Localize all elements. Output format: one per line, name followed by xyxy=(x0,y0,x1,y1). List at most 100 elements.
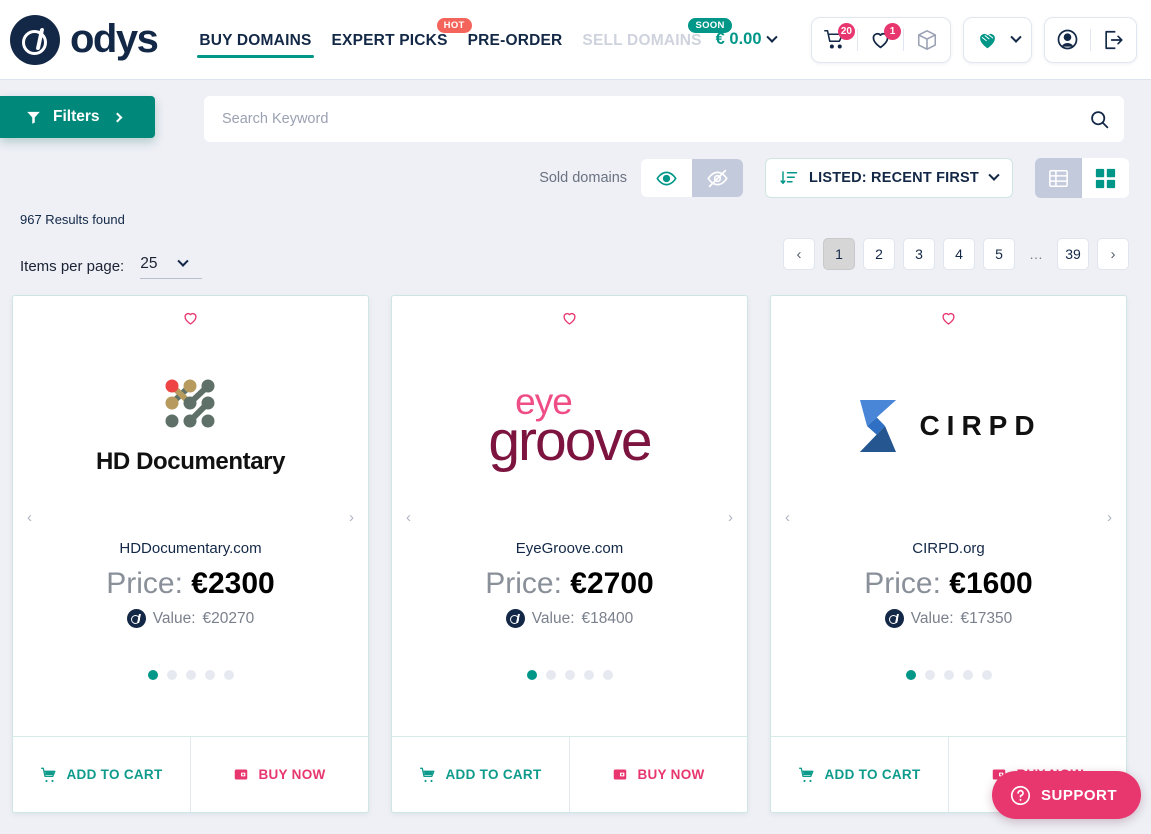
favorite-heart-icon[interactable] xyxy=(561,310,578,326)
odys-mini-logo-icon xyxy=(127,609,146,628)
account-button[interactable] xyxy=(1045,18,1090,62)
buy-now-button[interactable]: BUY NOW xyxy=(569,737,747,812)
pagination-prev[interactable]: ‹ xyxy=(783,238,815,270)
carousel-dot[interactable] xyxy=(546,670,556,680)
carousel-dot[interactable] xyxy=(963,670,973,680)
hide-sold-button[interactable] xyxy=(692,159,743,197)
logo-wordmark: CIRPD xyxy=(919,410,1041,442)
domain-price: Price: €2700 xyxy=(392,567,747,601)
sort-dropdown[interactable]: LISTED: RECENT FIRST xyxy=(765,158,1013,198)
cart-icon xyxy=(40,767,57,783)
eyegroove-logo: eye groove xyxy=(488,387,650,464)
buy-now-label: BUY NOW xyxy=(258,767,325,782)
nav-expert-picks-label: EXPERT PICKS xyxy=(332,32,448,49)
carousel-dot[interactable] xyxy=(584,670,594,680)
cart-pill: 20 1 xyxy=(811,17,951,63)
add-to-cart-button[interactable]: ADD TO CART xyxy=(13,737,190,812)
chevron-right-icon xyxy=(112,112,122,122)
carousel-next[interactable]: › xyxy=(728,509,733,526)
carousel-dot[interactable] xyxy=(224,670,234,680)
sold-domains-toggle xyxy=(641,159,743,197)
add-to-cart-label: ADD TO CART xyxy=(445,767,541,782)
value-label: Value: xyxy=(532,610,575,628)
carousel-dots xyxy=(771,670,1126,680)
buy-now-label: BUY NOW xyxy=(637,767,704,782)
carousel-dot[interactable] xyxy=(205,670,215,680)
carousel-next[interactable]: › xyxy=(349,509,354,526)
search-toolbar: Filters xyxy=(0,80,1151,142)
carousel-dot[interactable] xyxy=(944,670,954,680)
carousel-dot[interactable] xyxy=(565,670,575,680)
sort-label: LISTED: RECENT FIRST xyxy=(809,170,979,186)
domain-card[interactable]: eye groove ‹ › EyeGroove.com Price: €270… xyxy=(391,295,748,813)
results-count: 967 Results found xyxy=(20,212,1129,227)
carousel-prev[interactable]: ‹ xyxy=(406,509,411,526)
card-actions: ADD TO CART BUY NOW xyxy=(13,736,368,812)
value-label: Value: xyxy=(911,610,954,628)
partner-button[interactable] xyxy=(964,18,1031,62)
filter-icon xyxy=(26,110,41,125)
wishlist-button[interactable]: 1 xyxy=(858,18,903,62)
pagination-next[interactable]: › xyxy=(1097,238,1129,270)
domain-card[interactable]: CIRPD ‹ › CIRPD.org Price: €1600 Value: … xyxy=(770,295,1127,813)
account-pill xyxy=(1044,17,1137,63)
chevron-down-icon xyxy=(1010,31,1021,42)
view-toggle xyxy=(1035,158,1129,198)
search-input[interactable] xyxy=(222,111,1089,127)
package-button[interactable] xyxy=(904,18,950,62)
pagination-page-last[interactable]: 39 xyxy=(1057,238,1089,270)
nav-buy-domains-label: BUY DOMAINS xyxy=(199,32,311,49)
carousel-prev[interactable]: ‹ xyxy=(785,509,790,526)
grid-view-button[interactable] xyxy=(1082,158,1129,198)
pagination-page-2[interactable]: 2 xyxy=(863,238,895,270)
filters-button[interactable]: Filters xyxy=(0,96,155,138)
logo-carousel: CIRPD ‹ › xyxy=(771,326,1126,526)
logo[interactable]: odys xyxy=(10,15,157,65)
partner-pill[interactable] xyxy=(963,17,1032,63)
carousel-dot[interactable] xyxy=(925,670,935,680)
brand-name: odys xyxy=(70,17,157,62)
carousel-next[interactable]: › xyxy=(1107,509,1112,526)
carousel-dot[interactable] xyxy=(148,670,158,680)
items-per-page-select[interactable]: 25 xyxy=(140,253,202,279)
nav-buy-domains[interactable]: BUY DOMAINS xyxy=(189,10,321,70)
results-header: 967 Results found Items per page: 25 ‹ 1… xyxy=(0,198,1151,279)
pagination-page-1[interactable]: 1 xyxy=(823,238,855,270)
add-to-cart-label: ADD TO CART xyxy=(66,767,162,782)
pagination-page-3[interactable]: 3 xyxy=(903,238,935,270)
pagination-page-5[interactable]: 5 xyxy=(983,238,1015,270)
buy-now-button[interactable]: BUY NOW xyxy=(190,737,368,812)
sort-icon xyxy=(780,169,798,187)
add-to-cart-button[interactable]: ADD TO CART xyxy=(392,737,569,812)
list-view-button[interactable] xyxy=(1035,158,1082,198)
carousel-dot[interactable] xyxy=(527,670,537,680)
carousel-dot[interactable] xyxy=(603,670,613,680)
filters-label: Filters xyxy=(53,108,100,126)
card-header xyxy=(392,296,747,326)
search-icon[interactable] xyxy=(1089,109,1110,130)
items-per-page-value: 25 xyxy=(140,255,157,273)
soon-badge: SOON xyxy=(688,18,731,33)
site-header: odys BUY DOMAINS EXPERT PICKS HOT PRE-OR… xyxy=(0,0,1151,80)
favorite-heart-icon[interactable] xyxy=(940,310,957,326)
cart-button[interactable]: 20 xyxy=(812,18,857,62)
pagination-page-4[interactable]: 4 xyxy=(943,238,975,270)
add-to-cart-button[interactable]: ADD TO CART xyxy=(771,737,948,812)
domain-price: Price: €2300 xyxy=(13,567,368,601)
carousel-dot[interactable] xyxy=(906,670,916,680)
carousel-dot[interactable] xyxy=(167,670,177,680)
carousel-prev[interactable]: ‹ xyxy=(27,509,32,526)
buy-now-icon xyxy=(233,767,249,782)
domain-name: HDDocumentary.com xyxy=(13,540,368,557)
card-header xyxy=(13,296,368,326)
nav-expert-picks[interactable]: EXPERT PICKS HOT xyxy=(322,10,458,70)
nav-pre-order[interactable]: PRE-ORDER xyxy=(458,10,573,70)
favorite-heart-icon[interactable] xyxy=(182,310,199,326)
logout-button[interactable] xyxy=(1091,18,1136,62)
cart-total[interactable]: € 0.00 xyxy=(716,30,776,49)
show-sold-button[interactable] xyxy=(641,159,692,197)
domain-card[interactable]: HD Documentary ‹ › HDDocumentary.com Pri… xyxy=(12,295,369,813)
support-button[interactable]: SUPPORT xyxy=(992,771,1141,819)
carousel-dot[interactable] xyxy=(186,670,196,680)
carousel-dot[interactable] xyxy=(982,670,992,680)
